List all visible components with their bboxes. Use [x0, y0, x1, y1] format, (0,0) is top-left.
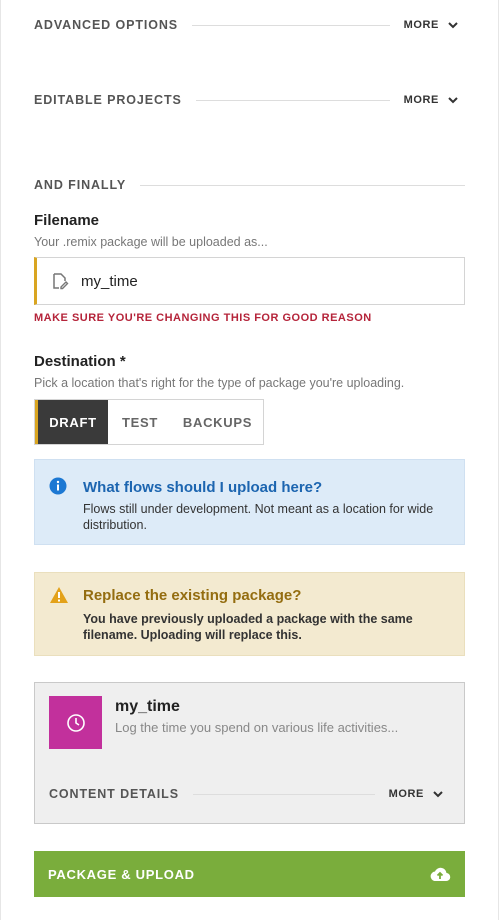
left-border	[0, 0, 1, 920]
more-label: MORE	[403, 19, 439, 31]
info-icon	[49, 477, 67, 495]
warning-title: Replace the existing package?	[83, 587, 302, 604]
editable-projects-title: EDITABLE PROJECTS	[34, 93, 182, 107]
editable-projects-more-button[interactable]: MORE	[404, 94, 459, 106]
package-upload-label: PACKAGE & UPLOAD	[48, 866, 195, 882]
divider	[192, 793, 375, 795]
filename-help: Your .remix package will be uploaded as.…	[34, 235, 268, 249]
more-label: MORE	[403, 94, 439, 106]
clock-icon	[66, 713, 85, 732]
destination-option-test[interactable]: TEST	[108, 400, 172, 444]
filename-input[interactable]	[81, 272, 421, 290]
destination-option-backups[interactable]: BACKUPS	[172, 400, 263, 444]
warning-icon	[50, 587, 68, 603]
filename-label: Filename	[34, 212, 100, 229]
destination-label: Destination *	[34, 353, 126, 370]
destination-help: Pick a location that's right for the typ…	[34, 376, 405, 390]
advanced-options-title: ADVANCED OPTIONS	[34, 18, 179, 32]
content-details-title: CONTENT DETAILS	[49, 787, 179, 801]
destination-option-draft[interactable]: DRAFT	[35, 400, 108, 444]
info-body: Flows still under development. Not meant…	[83, 502, 434, 532]
package-upload-button[interactable]: PACKAGE & UPLOAD	[34, 851, 465, 897]
and-finally-title: AND FINALLY	[34, 178, 127, 192]
divider	[140, 184, 465, 186]
info-title[interactable]: What flows should I upload here?	[83, 479, 322, 496]
divider	[195, 99, 390, 101]
package-description: Log the time you spend on various life a…	[115, 720, 399, 735]
chevron-down-icon	[448, 22, 458, 29]
replace-warning-callout: Replace the existing package? You have p…	[34, 572, 465, 656]
editable-projects-section: EDITABLE PROJECTS MORE	[34, 90, 465, 110]
content-details-section: CONTENT DETAILS MORE	[49, 784, 450, 804]
filename-warning: MAKE SURE YOU'RE CHANGING THIS FOR GOOD …	[34, 312, 372, 324]
package-title: my_time	[115, 698, 180, 715]
content-details-more-button[interactable]: MORE	[389, 788, 444, 800]
divider	[192, 24, 390, 26]
advanced-options-more-button[interactable]: MORE	[404, 19, 459, 31]
more-label: MORE	[388, 788, 424, 800]
file-edit-icon	[53, 273, 69, 290]
cloud-upload-icon	[430, 867, 451, 882]
chevron-down-icon	[448, 97, 458, 104]
advanced-options-section: ADVANCED OPTIONS MORE	[34, 15, 465, 35]
warning-body: You have previously uploaded a package w…	[83, 612, 413, 642]
info-callout: What flows should I upload here? Flows s…	[34, 459, 465, 545]
package-icon-tile	[49, 696, 102, 749]
filename-field[interactable]	[34, 257, 465, 305]
package-card: my_time Log the time you spend on variou…	[34, 682, 465, 824]
destination-selector: DRAFT TEST BACKUPS	[34, 399, 264, 445]
chevron-down-icon	[433, 791, 443, 798]
and-finally-section: AND FINALLY	[34, 176, 465, 194]
